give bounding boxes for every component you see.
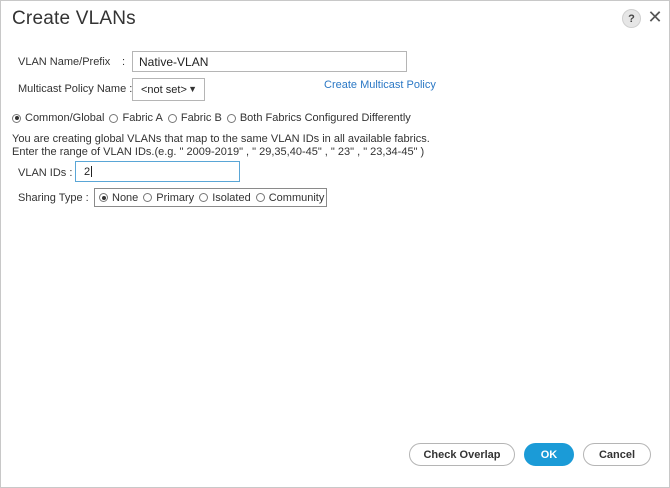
radio-button[interactable] [167, 113, 177, 123]
vlan-name-input[interactable]: Native-VLAN [132, 51, 407, 72]
radio-button[interactable] [109, 113, 119, 123]
radio-button[interactable] [12, 113, 21, 123]
radio-button[interactable] [99, 193, 108, 202]
sharing-type-label: Sharing Type : [18, 192, 89, 204]
radio-label: None [112, 191, 139, 204]
info-text-line2: Enter the range of VLAN IDs.(e.g. " 2009… [12, 146, 425, 158]
radio-sharing-none[interactable]: None [99, 192, 138, 204]
text-cursor [91, 166, 93, 177]
radio-label: Both Fabrics Configured Differently [239, 112, 411, 124]
radio-label: Fabric B [180, 112, 222, 124]
multicast-policy-select[interactable]: <not set> ▼ [132, 78, 205, 101]
chevron-down-icon: ▼ [188, 84, 197, 94]
radio-both-fabrics[interactable]: Both Fabrics Configured Differently [226, 112, 411, 124]
create-multicast-policy-link[interactable]: Create Multicast Policy [324, 79, 436, 91]
vlan-ids-input[interactable]: 2 [75, 161, 240, 182]
help-icon[interactable]: ? [622, 9, 641, 28]
cancel-button[interactable]: Cancel [583, 443, 651, 466]
close-icon[interactable]: ✕ [646, 7, 664, 27]
radio-label: Community [268, 191, 325, 204]
multicast-policy-value: <not set> [141, 83, 187, 96]
ok-button[interactable]: OK [524, 443, 574, 466]
radio-label: Isolated [212, 191, 251, 204]
sharing-type-radio-group: None Primary Isolated Community [94, 188, 327, 207]
vlan-ids-label: VLAN IDs : [18, 167, 73, 179]
multicast-policy-label: Multicast Policy Name : [18, 83, 133, 95]
fabric-radio-group: Common/Global Fabric A Fabric B Both Fab… [12, 112, 416, 124]
radio-button[interactable] [143, 193, 153, 202]
radio-common-global[interactable]: Common/Global [12, 112, 104, 124]
dialog-title: Create VLANs [12, 8, 136, 29]
radio-fabric-a[interactable]: Fabric A [109, 112, 163, 124]
radio-button[interactable] [226, 113, 236, 123]
vlan-name-label: VLAN Name/Prefix [18, 56, 111, 68]
check-overlap-button[interactable]: Check Overlap [409, 443, 515, 466]
radio-button[interactable] [255, 193, 265, 202]
radio-label: Primary [156, 191, 195, 204]
radio-fabric-b[interactable]: Fabric B [167, 112, 222, 124]
radio-sharing-isolated[interactable]: Isolated [199, 192, 251, 204]
vlan-ids-value: 2 [84, 165, 91, 178]
create-vlans-dialog: Create VLANs ? ✕ VLAN Name/Prefix : Nati… [0, 0, 670, 488]
vlan-name-colon: : [122, 56, 126, 68]
radio-label: Common/Global [25, 112, 105, 124]
radio-button[interactable] [199, 193, 209, 202]
radio-sharing-community[interactable]: Community [255, 191, 325, 204]
info-text-line1: You are creating global VLANs that map t… [12, 133, 430, 145]
radio-sharing-primary[interactable]: Primary [143, 192, 194, 204]
radio-label: Fabric A [122, 112, 163, 124]
